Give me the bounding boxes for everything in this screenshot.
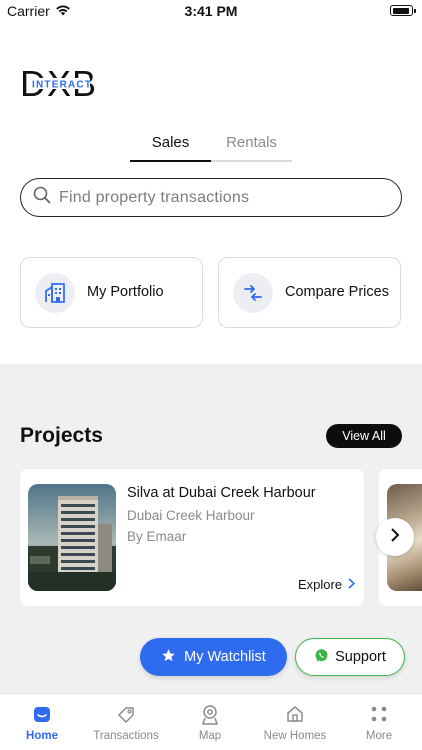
compare-prices-card[interactable]: Compare Prices: [218, 257, 401, 328]
tab-inactive-indicator: [211, 160, 292, 162]
status-bar: Carrier 3:41 PM: [0, 0, 422, 22]
nav-transactions[interactable]: Transactions: [84, 694, 168, 750]
whatsapp-icon: [314, 648, 329, 667]
my-watchlist-label: My Watchlist: [184, 649, 266, 665]
explore-link[interactable]: Explore: [298, 577, 356, 592]
chevron-right-icon: [390, 527, 400, 548]
tab-sales[interactable]: Sales: [130, 124, 211, 162]
nav-more[interactable]: More: [337, 694, 421, 750]
project-card[interactable]: Silva at Dubai Creek Harbour Dubai Creek…: [20, 469, 364, 606]
project-area: Dubai Creek Harbour: [127, 508, 255, 523]
tab-active-indicator: [130, 160, 211, 162]
tab-rentals[interactable]: Rentals: [211, 124, 292, 162]
grid-dots-icon: [337, 704, 421, 726]
my-portfolio-label: My Portfolio: [87, 284, 164, 300]
search-bar[interactable]: [20, 178, 402, 217]
nav-new-homes-label: New Homes: [263, 730, 327, 742]
battery-icon: [390, 5, 416, 16]
my-watchlist-button[interactable]: My Watchlist: [140, 638, 287, 676]
support-label: Support: [335, 649, 386, 665]
nav-map-label: Map: [198, 730, 222, 742]
nav-map[interactable]: Map: [168, 694, 252, 750]
search-input[interactable]: [59, 188, 359, 207]
nav-new-homes[interactable]: New Homes: [253, 694, 337, 750]
search-icon: [33, 186, 51, 209]
nav-more-label: More: [365, 730, 393, 742]
tab-sales-label: Sales: [151, 134, 190, 151]
nav-home-label: Home: [26, 730, 58, 742]
tab-rentals-label: Rentals: [226, 134, 277, 151]
explore-label: Explore: [298, 577, 343, 592]
nav-transactions-label: Transactions: [93, 730, 159, 742]
star-icon: [161, 648, 176, 667]
map-pin-icon: [168, 704, 252, 726]
house-icon: [253, 704, 337, 726]
chevron-right-icon: [348, 577, 356, 592]
home-icon: [0, 704, 84, 726]
logo-subtext: INTERACT: [32, 80, 92, 91]
bottom-nav: Home Transactions Map New Homes More: [0, 693, 422, 750]
status-time: 3:41 PM: [184, 3, 238, 19]
project-image: [28, 484, 116, 591]
carousel-next-button[interactable]: [376, 518, 414, 556]
sales-rentals-tabs: Sales Rentals: [130, 124, 292, 162]
projects-heading: Projects: [20, 424, 103, 447]
project-name: Silva at Dubai Creek Harbour: [127, 485, 316, 501]
support-button[interactable]: Support: [295, 638, 405, 676]
building-icon: [35, 272, 75, 313]
project-developer: By Emaar: [127, 529, 187, 544]
tag-icon: [84, 704, 168, 726]
nav-home[interactable]: Home: [0, 694, 84, 750]
view-all-button[interactable]: View All: [326, 424, 402, 448]
app-logo: DXB INTERACT: [20, 63, 110, 104]
my-portfolio-card[interactable]: My Portfolio: [20, 257, 203, 328]
compare-prices-label: Compare Prices: [285, 284, 389, 300]
compare-arrows-icon: [233, 272, 273, 313]
